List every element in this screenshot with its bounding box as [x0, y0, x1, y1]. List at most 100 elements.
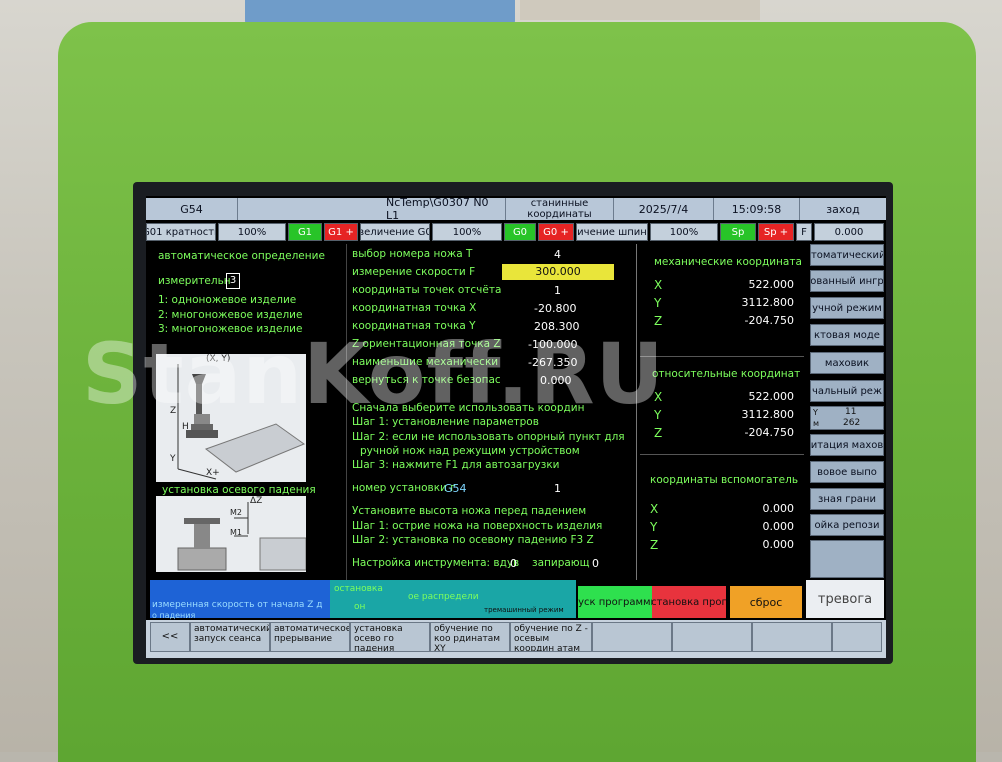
spindle-plus-button[interactable]: Sp +	[758, 223, 794, 241]
lock-value[interactable]: 0	[592, 557, 599, 570]
side-button-manual[interactable]: учной режим	[810, 297, 884, 319]
xy-label: (X, Y)	[206, 354, 231, 364]
status-stop: остановка он	[330, 580, 406, 618]
m2-label: M2	[230, 508, 242, 517]
height-instruction-1: Установите высота ножа перед падением	[352, 505, 587, 517]
side-button-output[interactable]: вовое выпо	[810, 461, 884, 483]
status-distribution-text: ое распредели	[408, 592, 479, 602]
softkey-empty-4[interactable]	[832, 622, 882, 652]
side-button-limits[interactable]: зная грани	[810, 488, 884, 510]
side-button-auto[interactable]: автоматический р	[810, 244, 884, 266]
relative-coords-title: относительные координат	[652, 368, 801, 380]
side-button-instrument[interactable]: ованный ингр	[810, 270, 884, 292]
softkey-teach-xy[interactable]: обучение по коо рдинатам XY	[430, 622, 510, 652]
install-number-value[interactable]: 1	[554, 482, 561, 495]
softkey-empty-2[interactable]	[672, 622, 752, 652]
param-label: координатная точка Y	[352, 320, 476, 332]
param-value[interactable]: -100.000	[528, 338, 577, 351]
program-start-button[interactable]: пуск программы	[578, 586, 652, 618]
softkey-back[interactable]: <<	[150, 622, 190, 652]
rel-z-axis: Z	[654, 426, 663, 440]
softkey-axial-drop[interactable]: установка осево го падения	[350, 622, 430, 652]
height-instruction-2: Шаг 1: острие ножа на поверхность издели…	[352, 520, 603, 532]
g01-label: G01 кратность	[146, 223, 216, 241]
divider-right	[636, 244, 637, 580]
side-button-reposition[interactable]: ойка репози	[810, 514, 884, 536]
status-mode-text: тремашинный режим	[484, 606, 564, 614]
option-2: 2: многоножевое изделие	[158, 309, 303, 321]
x-axis-label: X+	[206, 468, 220, 478]
coord-mode: станинные координаты	[506, 198, 614, 220]
side-button-initial[interactable]: чальный реж	[810, 380, 884, 402]
param-value[interactable]: 0.000	[540, 374, 572, 387]
instruction-2: Шаг 1: установление параметров	[352, 416, 539, 428]
param-label: Z ориентационная точка Z	[352, 338, 501, 350]
side-button-sim[interactable]: итация махов	[810, 434, 884, 456]
softkey-auto-interrupt[interactable]: автоматическое прерывание	[270, 622, 350, 652]
m-indicator-value: 262	[843, 418, 861, 428]
program-stop-button[interactable]: остановка прогр	[652, 586, 726, 618]
instruction-4: ручной нож над режущим устройством	[360, 445, 580, 457]
g0-button[interactable]: G0	[504, 223, 536, 241]
cnc-screen: G54 NcTemp\G0307 N0 L1 станинные координ…	[146, 196, 886, 658]
side-button-empty[interactable]	[810, 540, 884, 578]
install-code: G54	[444, 482, 467, 495]
g0-plus-button[interactable]: G0 +	[538, 223, 574, 241]
softkey-empty-3[interactable]	[752, 622, 832, 652]
cardboard-box	[520, 0, 760, 20]
divider-left	[346, 244, 347, 580]
softkey-auto-start[interactable]: автоматический запуск сеанса	[190, 622, 270, 652]
rel-y-axis: Y	[654, 408, 662, 422]
instruction-1: Сначала выберите использовать координ	[352, 402, 585, 414]
mech-z-axis: Z	[654, 314, 663, 328]
y-indicator-label: Y	[813, 408, 818, 417]
instruction-3: Шаг 2: если не использовать опорный пунк…	[352, 431, 625, 443]
spindle-label: ичение шпин	[576, 223, 648, 241]
feed-label: F	[796, 223, 812, 241]
aux-z-value: 0.000	[762, 538, 795, 551]
param-value[interactable]: 208.300	[534, 320, 580, 333]
g0-label: величение G0	[360, 223, 430, 241]
alarm-indicator[interactable]: тревога	[806, 580, 884, 618]
y-indicator: Y 11 м 262	[810, 406, 884, 430]
side-button-step[interactable]: ктовая моде	[810, 324, 884, 346]
param-value[interactable]: -20.800	[534, 302, 576, 315]
date-display: 2025/7/4	[614, 198, 714, 220]
param-value[interactable]: 4	[554, 248, 561, 261]
y-indicator-value: 11	[845, 407, 857, 417]
g1-button[interactable]: G1	[288, 223, 322, 241]
machine-status: заход	[800, 198, 886, 220]
install-number-label: номер установки г	[352, 482, 456, 494]
g0-percent: 100%	[432, 223, 502, 241]
param-value[interactable]: -267.350	[528, 356, 577, 369]
h-axis-label: H	[182, 422, 189, 432]
side-button-handwheel[interactable]: маховик	[810, 352, 884, 374]
measure-input[interactable]: 3	[226, 273, 240, 289]
param-value-active[interactable]: 300.000	[502, 264, 614, 280]
softkey-teach-z[interactable]: обучение по Z - осевым координ атам	[510, 622, 592, 652]
delta-z-label: ΔZ	[250, 496, 263, 506]
status-distribution: ое распредели	[406, 580, 480, 618]
param-label: наименьшие механически	[352, 356, 499, 368]
param-label: вернуться к точке безопас	[352, 374, 501, 386]
spindle-button[interactable]: Sp	[720, 223, 756, 241]
rel-x-value: 522.000	[748, 390, 795, 403]
softkey-empty-1[interactable]	[592, 622, 672, 652]
tool-setup-label: Настройка инструмента: вдув	[352, 557, 520, 569]
blow-value[interactable]: 0	[510, 557, 517, 570]
status-stop-text-2: он	[354, 602, 366, 612]
mech-y-value: 3112.800	[741, 296, 795, 309]
mechanical-coords-title: механические координата	[654, 256, 802, 268]
param-value[interactable]: 1	[554, 284, 561, 297]
option-3: 3: многоножевое изделие	[158, 323, 303, 335]
mech-z-value: -204.750	[744, 314, 794, 327]
z-axis-label: Z	[170, 406, 177, 416]
g1-plus-button[interactable]: G1 +	[324, 223, 358, 241]
mech-y-axis: Y	[654, 296, 662, 310]
auto-detect-heading: автоматическое определение	[158, 250, 325, 262]
status-message-1: измеренная скорость от начала Z д о паде…	[150, 580, 330, 620]
instruction-5: Шаг 3: нажмите F1 для автозагрузки	[352, 459, 560, 471]
mech-x-axis: X	[654, 278, 663, 292]
reset-button[interactable]: сброс	[730, 586, 802, 618]
aux-y-axis: Y	[650, 520, 658, 534]
